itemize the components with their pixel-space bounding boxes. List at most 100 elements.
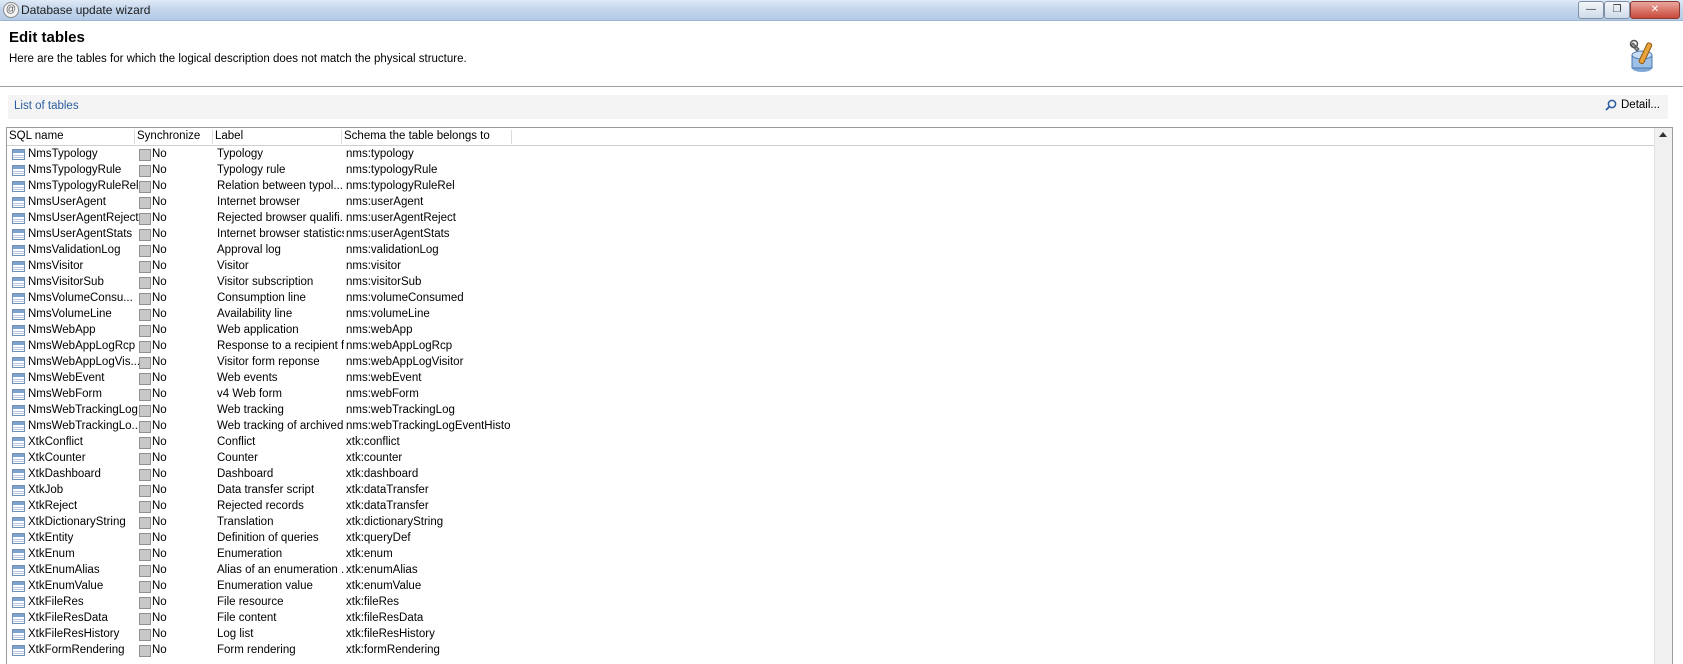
table-row[interactable]: XtkFileResData No File content xtk:fileResD… <box>7 611 1654 627</box>
synchronize-checkbox[interactable] <box>139 405 151 417</box>
synchronize-cell: No <box>152 532 167 544</box>
synchronize-checkbox[interactable] <box>139 597 151 609</box>
synchronize-checkbox[interactable] <box>139 549 151 561</box>
table-row[interactable]: XtkCounter No Counter xtk:counter <box>7 451 1654 467</box>
table-icon <box>12 533 25 544</box>
table-row[interactable]: NmsWebTrackingLo... No Web tracking of arc… <box>7 419 1654 435</box>
synchronize-checkbox[interactable] <box>139 421 151 433</box>
synchronize-cell: No <box>152 244 167 256</box>
synchronize-cell: No <box>152 468 167 480</box>
table-icon <box>12 357 25 368</box>
synchronize-cell: No <box>152 548 167 560</box>
table-row[interactable]: NmsVisitor No Visitor nms:visitor <box>7 259 1654 275</box>
synchronize-cell: No <box>152 564 167 576</box>
synchronize-checkbox[interactable] <box>139 261 151 273</box>
sql-name-cell: XtkFormRendering <box>28 644 125 656</box>
table-row[interactable]: NmsWebEvent No Web events nms:webEvent <box>7 371 1654 387</box>
table-row[interactable]: NmsWebTrackingLog No Web tracking nms:webTr… <box>7 403 1654 419</box>
synchronize-cell: No <box>152 292 167 304</box>
schema-cell: nms:webTrackingLogEventHisto <box>346 420 511 432</box>
maximize-button[interactable]: ❐ <box>1604 1 1630 19</box>
synchronize-checkbox[interactable] <box>139 309 151 321</box>
schema-cell: nms:webEvent <box>346 372 422 384</box>
synchronize-checkbox[interactable] <box>139 437 151 449</box>
sql-name-cell: XtkFileRes <box>28 596 84 608</box>
table-row[interactable]: XtkReject No Rejected records xtk:dataTrans… <box>7 499 1654 515</box>
synchronize-checkbox[interactable] <box>139 341 151 353</box>
synchronize-checkbox[interactable] <box>139 629 151 641</box>
table-row[interactable]: XtkEnumAlias No Alias of an enumeration ..… <box>7 563 1654 579</box>
synchronize-checkbox[interactable] <box>139 517 151 529</box>
table-row[interactable]: NmsVolumeLine No Availability line nms:volu… <box>7 307 1654 323</box>
synchronize-checkbox[interactable] <box>139 325 151 337</box>
table-row[interactable]: XtkEnum No Enumeration xtk:enum <box>7 547 1654 563</box>
wizard-tools-icon <box>1629 39 1653 72</box>
table-row[interactable]: NmsUserAgent No Internet browser nms:userAg… <box>7 195 1654 211</box>
synchronize-checkbox[interactable] <box>139 245 151 257</box>
table-row[interactable]: XtkConflict No Conflict xtk:conflict <box>7 435 1654 451</box>
synchronize-checkbox[interactable] <box>139 149 151 161</box>
synchronize-checkbox[interactable] <box>139 213 151 225</box>
synchronize-cell: No <box>152 516 167 528</box>
synchronize-checkbox[interactable] <box>139 453 151 465</box>
tables-grid[interactable]: SQL name Synchronize Label Schema the ta… <box>6 127 1673 664</box>
table-row[interactable]: XtkFileResHistory No Log list xtk:fileResHi… <box>7 627 1654 643</box>
synchronize-checkbox[interactable] <box>139 645 151 657</box>
vertical-scrollbar[interactable] <box>1654 128 1672 664</box>
synchronize-checkbox[interactable] <box>139 165 151 177</box>
detail-button[interactable]: Detail... <box>1605 99 1660 111</box>
table-row[interactable]: XtkDashboard No Dashboard xtk:dashboard <box>7 467 1654 483</box>
synchronize-checkbox[interactable] <box>139 501 151 513</box>
sql-name-cell: NmsWebAppLogVis... <box>28 356 141 368</box>
label-cell: Rejected browser qualifi... <box>217 212 344 224</box>
table-icon <box>12 213 25 224</box>
table-row[interactable]: NmsTypologyRule No Typology rule nms:typolo… <box>7 163 1654 179</box>
table-row[interactable]: NmsWebApp No Web application nms:webApp <box>7 323 1654 339</box>
column-header-sql-name[interactable]: SQL name <box>7 130 135 144</box>
scroll-up-arrow-icon[interactable] <box>1659 132 1667 137</box>
table-row[interactable]: XtkJob No Data transfer script xtk:dataTran… <box>7 483 1654 499</box>
synchronize-cell: No <box>152 196 167 208</box>
table-icon <box>12 149 25 160</box>
synchronize-checkbox[interactable] <box>139 357 151 369</box>
synchronize-checkbox[interactable] <box>139 293 151 305</box>
table-row[interactable]: NmsTypology No Typology nms:typology <box>7 147 1654 163</box>
table-icon <box>12 485 25 496</box>
table-row[interactable]: NmsWebAppLogVis... No Visitor form reponse… <box>7 355 1654 371</box>
minimize-button[interactable]: — <box>1578 1 1604 19</box>
table-row[interactable]: NmsWebForm No v4 Web form nms:webForm <box>7 387 1654 403</box>
table-icon <box>12 437 25 448</box>
table-row[interactable]: XtkEnumValue No Enumeration value xtk:enumV… <box>7 579 1654 595</box>
synchronize-checkbox[interactable] <box>139 229 151 241</box>
table-row[interactable]: XtkDictionaryString No Translation xtk:dict… <box>7 515 1654 531</box>
synchronize-checkbox[interactable] <box>139 181 151 193</box>
synchronize-checkbox[interactable] <box>139 581 151 593</box>
wizard-header: Edit tables Here are the tables for whic… <box>0 21 1683 87</box>
synchronize-checkbox[interactable] <box>139 389 151 401</box>
table-row[interactable]: NmsUserAgentStats No Internet browser stat… <box>7 227 1654 243</box>
synchronize-checkbox[interactable] <box>139 197 151 209</box>
schema-cell: xtk:dataTransfer <box>346 500 429 512</box>
table-row[interactable]: NmsVisitorSub No Visitor subscription nms:v… <box>7 275 1654 291</box>
synchronize-checkbox[interactable] <box>139 373 151 385</box>
column-header-schema[interactable]: Schema the table belongs to <box>342 130 512 144</box>
synchronize-checkbox[interactable] <box>139 469 151 481</box>
sql-name-cell: XtkConflict <box>28 436 83 448</box>
table-row[interactable]: XtkEntity No Definition of queries xtk:quer… <box>7 531 1654 547</box>
table-row[interactable]: NmsWebAppLogRcp No Response to a recipient… <box>7 339 1654 355</box>
table-row[interactable]: XtkFormRendering No Form rendering xtk:form… <box>7 643 1654 659</box>
synchronize-checkbox[interactable] <box>139 485 151 497</box>
synchronize-checkbox[interactable] <box>139 533 151 545</box>
synchronize-checkbox[interactable] <box>139 565 151 577</box>
table-row[interactable]: NmsVolumeConsu... No Consumption line nms:v… <box>7 291 1654 307</box>
schema-cell: nms:validationLog <box>346 244 439 256</box>
table-row[interactable]: NmsTypologyRuleRel No Relation between typ… <box>7 179 1654 195</box>
synchronize-checkbox[interactable] <box>139 613 151 625</box>
synchronize-checkbox[interactable] <box>139 277 151 289</box>
table-row[interactable]: NmsValidationLog No Approval log nms:valida… <box>7 243 1654 259</box>
table-row[interactable]: NmsUserAgentReject No Rejected browser qua… <box>7 211 1654 227</box>
column-header-synchronize[interactable]: Synchronize <box>135 130 213 144</box>
table-row[interactable]: XtkFileRes No File resource xtk:fileRes <box>7 595 1654 611</box>
column-header-label[interactable]: Label <box>213 130 342 144</box>
close-button[interactable]: ✕ <box>1630 1 1680 19</box>
